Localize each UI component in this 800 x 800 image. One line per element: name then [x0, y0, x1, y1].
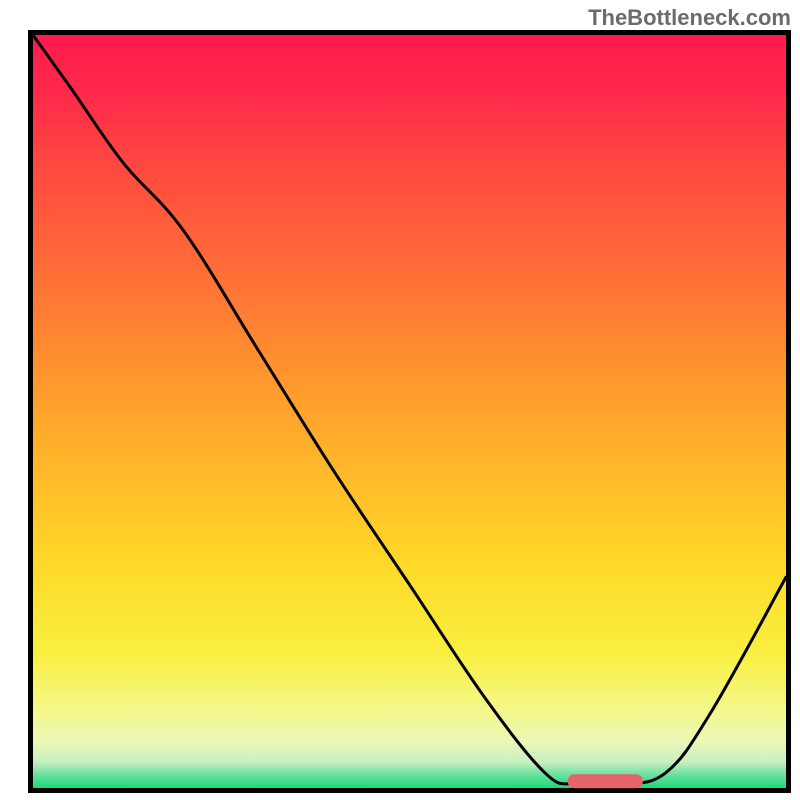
gradient-background [33, 35, 786, 788]
optimal-range-marker [568, 774, 643, 788]
plot-svg [0, 0, 800, 800]
chart-root: { "watermark": "TheBottleneck.com", "fra… [0, 0, 800, 800]
